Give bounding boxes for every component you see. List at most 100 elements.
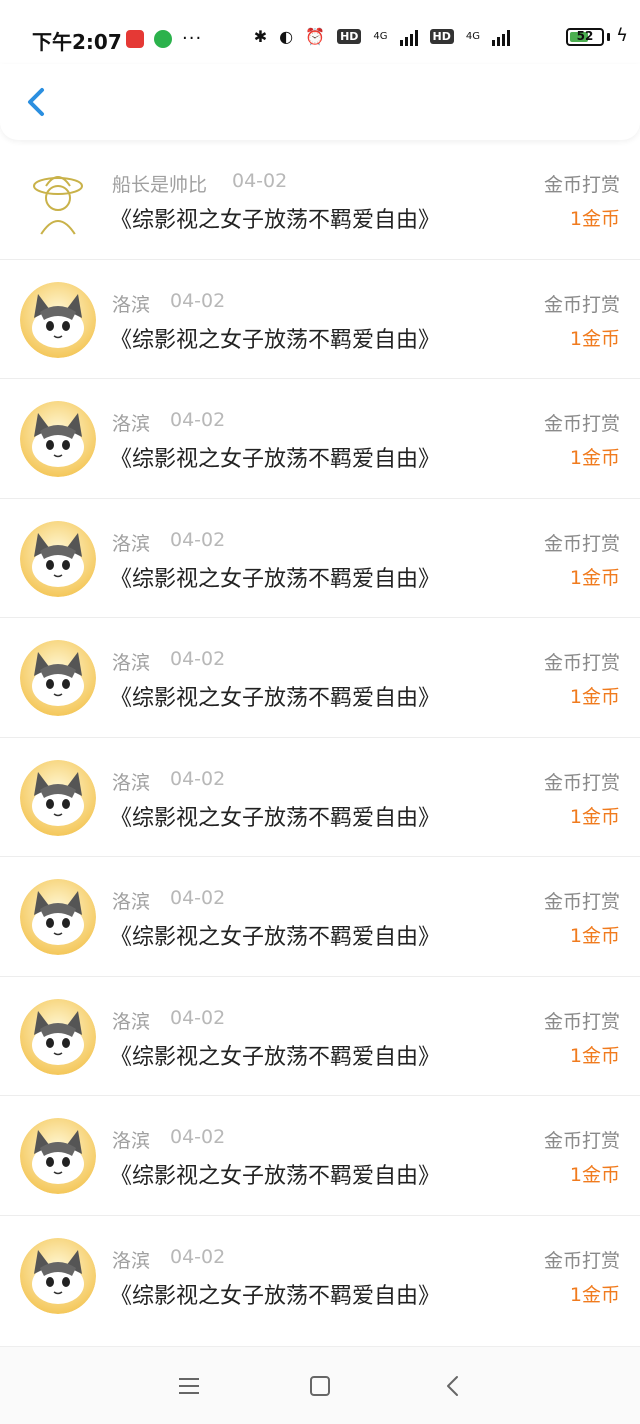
reward-date: 04-02	[170, 1006, 226, 1029]
reward-date: 04-02	[170, 767, 226, 790]
reward-type: 金币打赏	[543, 891, 620, 913]
list-item[interactable]: 洛滨 04-02 《综影视之女子放荡不羁爱自由》 金币打赏 1金币	[0, 1096, 640, 1216]
reward-amount: 1金币	[569, 1283, 620, 1306]
status-time: 下午2:07	[32, 30, 122, 54]
list-item[interactable]: 洛滨 04-02 《综影视之女子放荡不羁爱自由》 金币打赏 1金币	[0, 618, 640, 738]
reward-date: 04-02	[170, 528, 226, 551]
cat-avatar[interactable]	[20, 759, 96, 836]
reward-date: 04-02	[170, 648, 226, 670]
reward-amount: 1金币	[569, 1044, 620, 1067]
user-name: 洛滨	[112, 532, 151, 555]
cat-avatar[interactable]	[20, 1118, 96, 1194]
reward-amount: 1金币	[569, 925, 620, 947]
status-app-icons: ···	[126, 28, 202, 49]
reward-amount: 1金币	[569, 208, 620, 230]
signal-icon	[399, 28, 418, 46]
battery-tip	[607, 33, 610, 41]
reward-amount: 1金币	[569, 686, 620, 708]
reward-amount: 1金币	[569, 1164, 620, 1186]
list-item[interactable]: 洛滨 04-02 《综影视之女子放荡不羁爱自由》 金币打赏 1金币	[0, 738, 640, 858]
user-name: 洛滨	[112, 771, 151, 794]
hd-badge-2: HD	[429, 29, 454, 44]
reward-type: 金币打赏	[543, 532, 620, 555]
user-name: 船长是帅比	[112, 174, 208, 196]
reward-type: 金币打赏	[543, 1130, 620, 1152]
system-nav-bar	[0, 1346, 640, 1424]
reward-date: 04-02	[170, 1126, 226, 1148]
book-title: 《综影视之女子放荡不羁爱自由》	[110, 327, 441, 353]
alarm-icon: ⏰	[305, 27, 326, 46]
system-back-button[interactable]	[438, 1371, 468, 1401]
reward-amount: 1金币	[569, 327, 620, 350]
list-item[interactable]: 洛滨 04-02 《综影视之女子放荡不羁爱自由》 金币打赏 1金币	[0, 857, 640, 977]
more-notifications-icon: ···	[182, 28, 203, 49]
reward-date: 04-02	[170, 289, 226, 312]
user-name: 洛滨	[112, 652, 151, 674]
user-name: 洛滨	[112, 891, 151, 913]
reward-date: 04-02	[232, 170, 288, 192]
reward-type: 金币打赏	[543, 1249, 620, 1272]
user-name: 洛滨	[112, 1010, 151, 1033]
user-name: 洛滨	[112, 1130, 151, 1152]
cat-avatar[interactable]	[20, 1237, 96, 1314]
book-title: 《综影视之女子放荡不羁爱自由》	[110, 805, 441, 831]
book-title: 《综影视之女子放荡不羁爱自由》	[110, 566, 441, 592]
chevron-left-icon	[28, 88, 44, 116]
reward-type: 金币打赏	[543, 293, 620, 316]
book-title: 《综影视之女子放荡不羁爱自由》	[110, 686, 441, 711]
charging-icon: ϟ	[616, 25, 628, 46]
cat-avatar[interactable]	[20, 998, 96, 1075]
reward-type: 金币打赏	[543, 1010, 620, 1033]
home-button[interactable]	[305, 1371, 335, 1401]
cat-avatar[interactable]	[20, 879, 96, 955]
list-item[interactable]: 洛滨 04-02 《综影视之女子放荡不羁爱自由》 金币打赏 1金币	[0, 260, 640, 380]
book-title: 《综影视之女子放荡不羁爱自由》	[110, 208, 441, 233]
reward-amount: 1金币	[569, 447, 620, 469]
battery-icon: 52	[566, 28, 604, 46]
recent-apps-button[interactable]	[174, 1371, 204, 1401]
hd-badge: HD	[337, 29, 362, 44]
book-title: 《综影视之女子放荡不羁爱自由》	[110, 1044, 441, 1070]
network-type-2: 4G	[465, 31, 480, 42]
captain-avatar[interactable]	[20, 162, 96, 238]
cat-avatar[interactable]	[20, 640, 96, 716]
book-title: 《综影视之女子放荡不羁爱自由》	[110, 1283, 441, 1309]
user-name: 洛滨	[112, 1249, 151, 1272]
list-item[interactable]: 船长是帅比 04-02 《综影视之女子放荡不羁爱自由》 金币打赏 1金币	[0, 140, 640, 260]
list-item[interactable]: 洛滨 04-02 《综影视之女子放荡不羁爱自由》 金币打赏 1金币	[0, 977, 640, 1097]
cat-avatar[interactable]	[20, 281, 96, 358]
reward-type: 金币打赏	[543, 652, 620, 674]
battery-level: 52	[576, 29, 594, 43]
menu-icon	[179, 1378, 199, 1394]
list-item[interactable]: 洛滨 04-02 《综影视之女子放荡不羁爱自由》 金币打赏 1金币	[0, 1216, 640, 1336]
reward-type: 金币打赏	[543, 174, 620, 196]
bluetooth-icon: ✱	[253, 27, 268, 46]
chevron-left-icon	[447, 1376, 458, 1396]
signal-icon-2	[492, 28, 510, 46]
reward-date: 04-02	[170, 1245, 226, 1268]
reward-type: 金币打赏	[543, 413, 620, 435]
list-item[interactable]: 洛滨 04-02 《综影视之女子放荡不羁爱自由》 金币打赏 1金币	[0, 499, 640, 619]
back-button[interactable]	[18, 82, 58, 122]
reward-list: 船长是帅比 04-02 《综影视之女子放荡不羁爱自由》 金币打赏 1金币 洛滨 …	[0, 140, 640, 1335]
cat-avatar[interactable]	[20, 520, 96, 597]
reward-date: 04-02	[170, 887, 226, 909]
reward-amount: 1金币	[569, 805, 620, 828]
list-item[interactable]: 洛滨 04-02 《综影视之女子放荡不羁爱自由》 金币打赏 1金币	[0, 379, 640, 499]
reward-amount: 1金币	[569, 566, 620, 589]
weibo-icon	[126, 29, 144, 48]
book-title: 《综影视之女子放荡不羁爱自由》	[110, 925, 441, 950]
toggle-icon: ◐	[279, 27, 294, 46]
user-name: 洛滨	[112, 413, 151, 435]
reward-type: 金币打赏	[543, 771, 620, 794]
status-indicators: ✱ ◐ ⏰ HD 4G HD 4G	[254, 27, 510, 46]
cat-avatar[interactable]	[20, 401, 96, 477]
reward-date: 04-02	[170, 409, 226, 431]
user-name: 洛滨	[112, 293, 151, 316]
book-title: 《综影视之女子放荡不羁爱自由》	[110, 447, 441, 472]
wechat-icon	[154, 29, 172, 48]
square-icon	[310, 1376, 330, 1396]
page-header	[0, 64, 640, 140]
book-title: 《综影视之女子放荡不羁爱自由》	[110, 1164, 441, 1189]
network-type: 4G	[373, 31, 388, 42]
